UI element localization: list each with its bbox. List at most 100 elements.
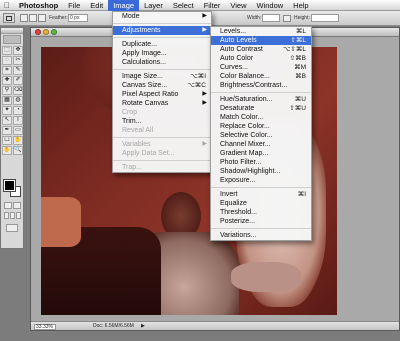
menu-image[interactable]: Image (108, 0, 140, 11)
tool-icon-3[interactable]: ◌ (2, 56, 12, 65)
tool-icon-7[interactable]: ✚ (2, 76, 12, 85)
adjustments-item-curves[interactable]: Curves... ⌘M (211, 63, 311, 72)
tool-grid: ⬚ ✥ ◌ ✂ ⌗ ✎ ✚ ✐ ⚲ ⌫ ▦ ◍ ✦ ◔ ↖ T ✒ ▭ ☐ ✋ ✋ 🔍 (1, 45, 23, 156)
tool-icon-1[interactable]: ⬚ (2, 46, 12, 55)
adjustments-item-replace-color[interactable]: Replace Color... (211, 122, 311, 131)
tool-icon-12[interactable]: ◍ (13, 96, 23, 105)
image-menu-item-mode[interactable]: Mode ▶ (113, 12, 211, 21)
height-label: Height: (294, 15, 310, 21)
standard-mode-icon[interactable] (4, 202, 12, 209)
tool-icon-11[interactable]: ▦ (2, 96, 12, 105)
image-menu-item-adjustments[interactable]: Adjustments ▶ (113, 26, 211, 35)
tool-icon-8[interactable]: ✐ (13, 76, 23, 85)
adjustments-item-auto-levels[interactable]: Auto Levels ⇧⌘L (211, 36, 311, 45)
adjustments-item-hue-saturation[interactable]: Hue/Saturation... ⌘U (211, 95, 311, 104)
tool-icon-9[interactable]: ⚲ (2, 86, 12, 95)
menu-app-photoshop[interactable]: Photoshop (14, 0, 63, 11)
adjustments-item-levels[interactable]: Levels... ⌘L (211, 27, 311, 36)
menu-edit[interactable]: Edit (85, 0, 108, 11)
minimize-icon[interactable] (43, 29, 49, 35)
adjustments-item-label: Hue/Saturation... (220, 96, 273, 103)
image-menu-item-apply-image[interactable]: Apply Image... (113, 49, 211, 58)
image-menu-item-calculations[interactable]: Calculations... (113, 58, 211, 67)
tool-icon-18[interactable]: ▭ (13, 126, 23, 135)
new-selection-icon[interactable] (20, 14, 28, 22)
image-menu-item-pixel-aspect-ratio[interactable]: Pixel Aspect Ratio ▶ (113, 90, 211, 99)
adjustments-item-exposure[interactable]: Exposure... (211, 176, 311, 185)
adjustments-item-photo-filter[interactable]: Photo Filter... (211, 158, 311, 167)
image-menu-item-duplicate[interactable]: Duplicate... (113, 40, 211, 49)
fullscreen-menu-icon[interactable] (10, 212, 15, 219)
adjustments-item-variations[interactable]: Variations... (211, 231, 311, 240)
image-menu-item-canvas-size[interactable]: Canvas Size... ⌥⌘C (113, 81, 211, 90)
tool-icon-6[interactable]: ✎ (13, 66, 23, 75)
adjustments-item-label: Auto Color (220, 55, 254, 62)
tool-icon-13[interactable]: ✦ (2, 106, 12, 115)
swap-dimensions-icon[interactable] (283, 15, 291, 22)
tool-icon-4[interactable]: ✂ (13, 56, 23, 65)
menu-help[interactable]: Help (288, 0, 313, 11)
adjustments-item-label: Photo Filter... (220, 159, 262, 166)
adjustments-item-posterize[interactable]: Posterize... (211, 217, 311, 226)
tool-icon-21[interactable]: ✋ (2, 146, 12, 155)
feather-input[interactable]: 0 px (68, 14, 88, 22)
tool-icon-20[interactable]: ✋ (13, 136, 23, 145)
menu-filter[interactable]: Filter (199, 0, 226, 11)
adjustments-item-label: Levels... (220, 28, 247, 35)
tools-palette-header[interactable] (1, 28, 23, 34)
tool-icon-5[interactable]: ⌗ (2, 66, 12, 75)
fullscreen-icon[interactable] (16, 212, 21, 219)
add-selection-icon[interactable] (29, 14, 37, 22)
tool-icon-15[interactable]: ↖ (2, 116, 12, 125)
image-menu-item-trap: Trap... (113, 163, 211, 172)
zoom-level-field[interactable]: 33.33% (34, 324, 56, 330)
adjustments-item-gradient-map[interactable]: Gradient Map... (211, 149, 311, 158)
image-menu-item-label: Apply Image... (122, 50, 167, 57)
tool-icon-19[interactable]: ☐ (2, 136, 12, 145)
status-menu-arrow-icon[interactable]: ▶ (141, 324, 145, 329)
tool-icon-10[interactable]: ⌫ (13, 86, 23, 95)
image-menu-item-trim[interactable]: Trim... (113, 117, 211, 126)
adjustments-item-match-color[interactable]: Match Color... (211, 113, 311, 122)
menu-layer[interactable]: Layer (139, 0, 168, 11)
adjustments-item-auto-color[interactable]: Auto Color ⇧⌘B (211, 54, 311, 63)
adjustments-item-brightness-contrast[interactable]: Brightness/Contrast... (211, 81, 311, 90)
adjustments-item-color-balance[interactable]: Color Balance... ⌘B (211, 72, 311, 81)
tool-icon-22[interactable]: 🔍 (13, 146, 23, 155)
adjustments-item-shadow-highlight[interactable]: Shadow/Highlight... (211, 167, 311, 176)
image-menu-item-rotate-canvas[interactable]: Rotate Canvas ▶ (113, 99, 211, 108)
standard-screen-icon[interactable] (4, 212, 9, 219)
image-menu-item-image-size[interactable]: Image Size... ⌥⌘I (113, 72, 211, 81)
image-menu-item-label: Mode (122, 13, 140, 20)
adjustments-item-auto-contrast[interactable]: Auto Contrast ⌥⇧⌘L (211, 45, 311, 54)
adjustments-item-invert[interactable]: Invert ⌘I (211, 190, 311, 199)
menu-window[interactable]: Window (251, 0, 288, 11)
apple-icon[interactable]:  (0, 1, 14, 10)
adjustments-item-equalize[interactable]: Equalize (211, 199, 311, 208)
zoom-icon[interactable] (51, 29, 57, 35)
subtract-selection-icon[interactable] (38, 14, 46, 22)
tool-icon-17[interactable]: ✒ (2, 126, 12, 135)
jump-to-imageready-icon[interactable] (6, 224, 18, 232)
menu-file[interactable]: File (63, 0, 85, 11)
tool-icon-14[interactable]: ◔ (13, 106, 23, 115)
height-input[interactable] (311, 14, 339, 22)
adjustments-item-selective-color[interactable]: Selective Color... (211, 131, 311, 140)
tool-icon-2[interactable]: ✥ (13, 46, 23, 55)
image-menu-item-label: Image Size... (122, 73, 163, 80)
quick-mask-mode-icon[interactable] (13, 202, 21, 209)
adjustments-item-channel-mixer[interactable]: Channel Mixer... (211, 140, 311, 149)
adjustments-item-threshold[interactable]: Threshold... (211, 208, 311, 217)
adjustments-item-desaturate[interactable]: Desaturate ⇧⌘U (211, 104, 311, 113)
menu-separator (211, 92, 311, 93)
marquee-tool-preset-icon[interactable] (3, 13, 15, 23)
close-icon[interactable] (35, 29, 41, 35)
shortcut-label: ⌥⌘C (187, 82, 206, 89)
tools-palette-logo[interactable] (3, 35, 21, 44)
image-menu-item-label: Crop (122, 109, 138, 116)
width-input[interactable] (262, 14, 280, 22)
menu-select[interactable]: Select (168, 0, 199, 11)
tool-icon-16[interactable]: T (13, 116, 23, 125)
menu-view[interactable]: View (225, 0, 251, 11)
foreground-color-swatch[interactable] (3, 179, 16, 192)
